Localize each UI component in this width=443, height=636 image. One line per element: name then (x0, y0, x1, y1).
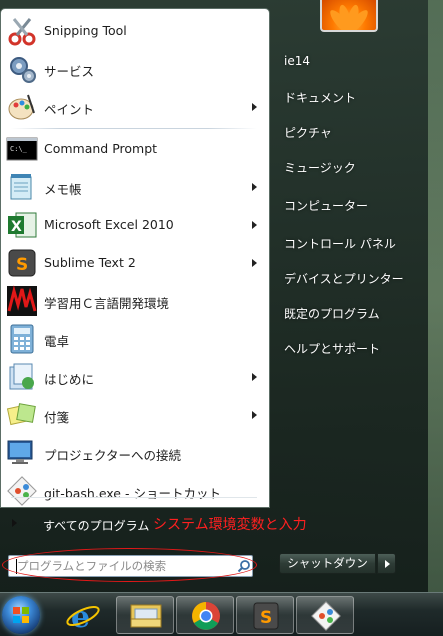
submenu-arrow-icon[interactable] (252, 259, 257, 267)
program-paint[interactable]: ペイント (1, 89, 269, 125)
program-label: ペイント (44, 102, 95, 117)
program-label: Microsoft Excel 2010 (44, 217, 174, 232)
sublime-text-icon: S (253, 602, 279, 630)
right-link-music[interactable]: ミュージック (284, 159, 356, 176)
program-label: Sublime Text 2 (44, 255, 136, 270)
program-notepad[interactable]: メモ帳 (1, 169, 269, 205)
svg-text:X: X (11, 219, 22, 235)
excel-icon: X (8, 212, 37, 238)
program-services[interactable]: サービス (1, 51, 269, 87)
getting-started-icon (9, 363, 34, 390)
command-prompt-icon: C:\_ (6, 137, 38, 161)
sticky-notes-icon (6, 403, 36, 426)
annotation-text: システム環境変数と入力 (153, 517, 307, 533)
explorer-folder-icon (130, 604, 162, 628)
sublime-text-icon: S (8, 249, 36, 277)
submenu-arrow-icon[interactable] (252, 103, 257, 111)
program-label: はじめに (44, 372, 95, 387)
program-c-dev-env[interactable]: 学習用Ｃ言語開発環境 (1, 283, 269, 319)
program-label: プロジェクターへの接続 (44, 448, 182, 463)
calculator-icon (10, 324, 34, 354)
annotation-ellipse (2, 548, 257, 582)
program-excel[interactable]: X Microsoft Excel 2010 (1, 207, 269, 243)
right-link-help-support[interactable]: ヘルプとサポート (284, 340, 380, 357)
program-getting-started[interactable]: はじめに (1, 359, 269, 395)
svg-text:S: S (260, 608, 272, 628)
shutdown-button[interactable]: シャットダウン (279, 553, 376, 574)
c-dev-env-icon (7, 285, 37, 316)
git-icon (7, 476, 37, 506)
taskbar-git-button[interactable] (296, 596, 354, 634)
internet-explorer-icon: e (66, 600, 100, 635)
program-sublime-text[interactable]: S Sublime Text 2 (1, 245, 269, 281)
program-label: Command Prompt (44, 141, 158, 156)
all-programs-separator (11, 497, 257, 498)
submenu-arrow-icon[interactable] (252, 373, 257, 381)
right-link-user-folder[interactable]: ie14 (284, 54, 310, 68)
svg-text:S: S (16, 255, 28, 275)
submenu-arrow-icon[interactable] (252, 183, 257, 191)
right-link-control-panel[interactable]: コントロール パネル (284, 235, 396, 252)
right-link-computer[interactable]: コンピューター (284, 197, 368, 214)
program-label: 付箋 (44, 410, 70, 425)
desktop-edge (428, 0, 443, 592)
program-label: 電卓 (44, 334, 70, 349)
program-snipping-tool[interactable]: Snipping Tool (1, 13, 269, 49)
taskbar-explorer-button[interactable] (116, 596, 174, 634)
all-programs-arrow-icon[interactable] (12, 519, 17, 527)
program-command-prompt[interactable]: C:\_ Command Prompt (1, 131, 269, 167)
scissors-icon (8, 18, 36, 46)
program-label: メモ帳 (44, 182, 82, 197)
right-link-default-programs[interactable]: 既定のプログラム (284, 305, 380, 322)
program-calculator[interactable]: 電卓 (1, 321, 269, 357)
program-projector[interactable]: プロジェクターへの接続 (1, 435, 269, 471)
taskbar-sublime-button[interactable]: S (236, 596, 294, 634)
program-label: 学習用Ｃ言語開発環境 (44, 296, 170, 311)
git-icon (311, 601, 341, 631)
start-orb-icon[interactable] (2, 596, 40, 634)
submenu-arrow-icon[interactable] (252, 411, 257, 419)
taskbar-ie-button[interactable]: e (56, 596, 114, 635)
gears-icon (10, 57, 36, 83)
program-list-panel: Snipping Tool サービス ペイント C:\_ Command Pro (0, 8, 270, 508)
user-picture[interactable] (320, 0, 378, 32)
taskbar-chrome-button[interactable] (176, 596, 234, 634)
right-link-devices-printers[interactable]: デバイスとプリンター (284, 270, 404, 287)
pinned-separator (11, 128, 257, 129)
program-label: git-bash.exe - ショートカット (44, 486, 221, 501)
program-label: サービス (44, 64, 95, 79)
svg-text:e: e (71, 600, 90, 634)
program-sticky-notes[interactable]: 付箋 (1, 397, 269, 433)
program-label: Snipping Tool (44, 23, 127, 38)
chrome-icon (192, 602, 220, 630)
paint-palette-icon (8, 94, 35, 120)
notepad-icon (10, 174, 32, 200)
shutdown-options-button[interactable] (377, 553, 396, 574)
all-programs-link[interactable]: すべてのプログラム (43, 517, 149, 534)
projector-icon (7, 440, 33, 464)
submenu-arrow-icon[interactable] (252, 221, 257, 229)
program-git-bash[interactable]: git-bash.exe - ショートカット (1, 473, 269, 509)
right-link-documents[interactable]: ドキュメント (284, 89, 356, 106)
svg-text:C:\_: C:\_ (10, 145, 28, 153)
right-link-pictures[interactable]: ピクチャ (284, 124, 332, 141)
